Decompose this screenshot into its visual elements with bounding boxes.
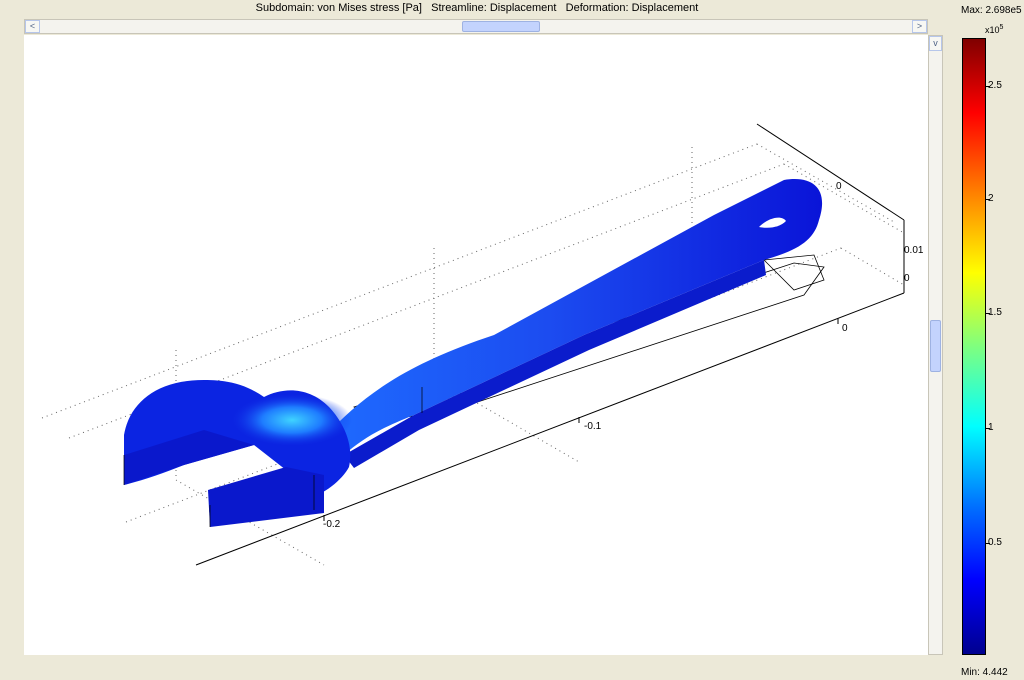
x-tick-label: 0 [842, 323, 848, 334]
horizontal-scroll-thumb[interactable] [462, 21, 540, 32]
wrench-body [124, 179, 823, 527]
chevron-right-icon[interactable]: > [912, 20, 927, 33]
colorbar-tick-label: 2.5 [988, 80, 1002, 91]
chevron-left-icon[interactable]: < [25, 20, 40, 33]
colorbar-exponent-base: x10 [985, 25, 1000, 35]
colorbar-tick-label: 2 [988, 193, 994, 204]
colorbar-tick-label: 1.5 [988, 307, 1002, 318]
horizontal-scrollbar[interactable]: < > [24, 19, 928, 34]
colorbar-tick-label: 1 [988, 422, 994, 433]
colorbar-exponent-power: 5 [999, 24, 1004, 31]
colorbar-max-label: Max: 2.698e5 [961, 5, 1022, 16]
y-tick-label: 0 [836, 181, 842, 192]
plot-title: Subdomain: von Mises stress [Pa] Streaml… [255, 2, 699, 14]
wrench-handle [324, 179, 823, 456]
colorbar-tick-label: 0.5 [988, 537, 1002, 548]
stress-hotspot [232, 394, 352, 446]
x-tick-label: -0.2 [323, 519, 341, 530]
plot-canvas[interactable]: -0.2 -0.1 0 0 0.01 0 [24, 35, 928, 655]
colorbar-exponent: x105 [985, 24, 1003, 35]
vertical-scroll-thumb[interactable] [930, 320, 941, 372]
colorbar [962, 38, 986, 655]
colorbar-min-label: Min: 4.442 [961, 667, 1008, 678]
z-tick-label: 0 [904, 273, 910, 284]
vertical-scrollbar[interactable]: ^ v [928, 35, 943, 655]
x-tick-label: -0.1 [584, 421, 602, 432]
z-tick-label: 0.01 [904, 245, 924, 256]
wrench-head-jaw-lower [208, 467, 324, 527]
wrench-handle-side [344, 260, 766, 468]
wrench-3d-plot: -0.2 -0.1 0 0 0.01 0 [41, 123, 924, 566]
chevron-down-icon[interactable]: v [929, 36, 942, 51]
